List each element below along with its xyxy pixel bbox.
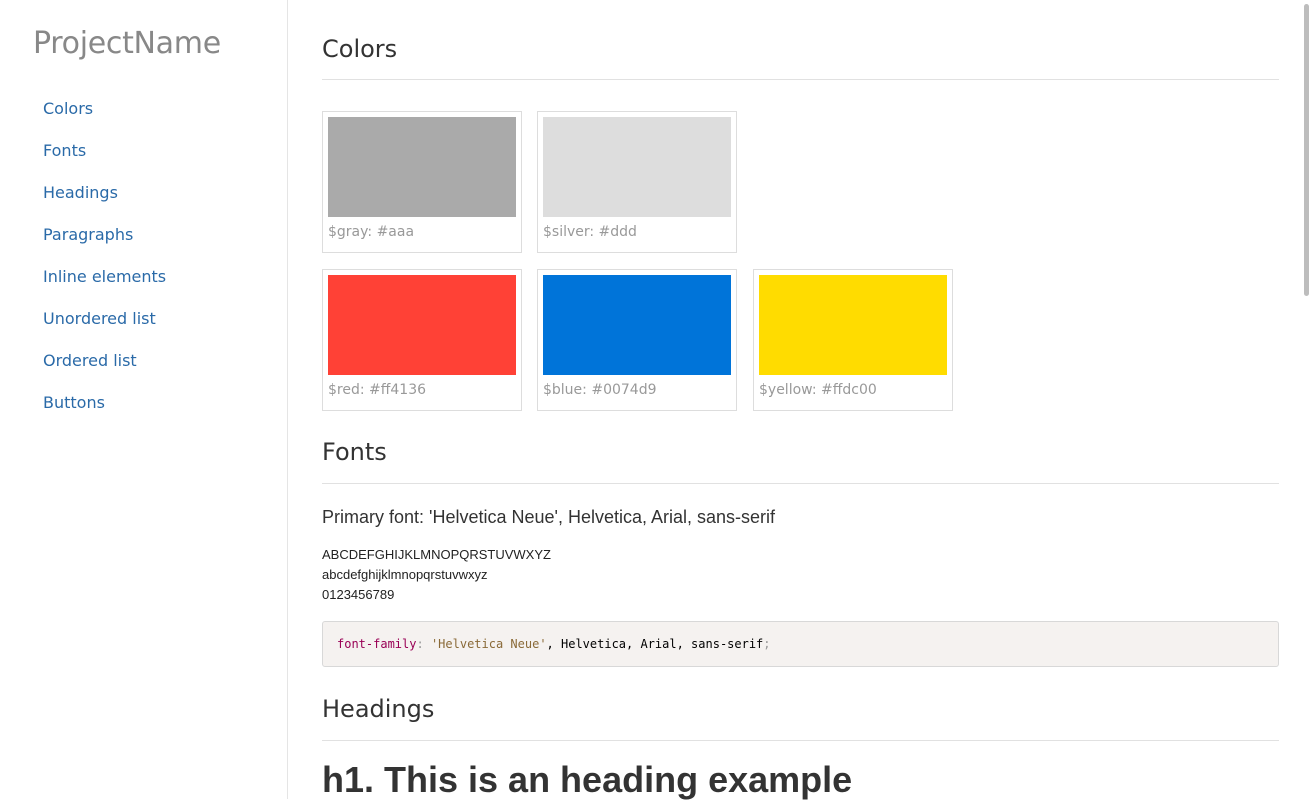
page-scrollbar[interactable] xyxy=(1303,0,1311,799)
swatch-yellow-color xyxy=(759,275,947,375)
swatch-blue-label: $blue: #0074d9 xyxy=(543,382,657,398)
code-rest: , Helvetica, Arial, sans-serif xyxy=(546,637,764,651)
headings-divider xyxy=(322,740,1279,741)
font-sample-uppercase: ABCDEFGHIJKLMNOPQRSTUVWXYZ xyxy=(322,547,551,562)
code-semicolon: ; xyxy=(763,637,771,651)
swatch-red-label: $red: #ff4136 xyxy=(328,382,427,398)
swatch-gray-label: $gray: #aaa xyxy=(328,224,415,240)
code-string: 'Helvetica Neue' xyxy=(430,637,547,651)
font-sample-digits: 0123456789 xyxy=(322,587,395,602)
nav-item-unordered-list[interactable]: Unordered list xyxy=(43,308,166,350)
swatch-silver-label: $silver: #ddd xyxy=(543,224,637,240)
nav-item-headings[interactable]: Headings xyxy=(43,182,166,224)
scrollbar-thumb[interactable] xyxy=(1304,4,1309,296)
swatch-silver-color xyxy=(543,117,731,217)
brand-link[interactable]: ProjectName xyxy=(33,26,221,61)
swatch-gray: $gray: #aaa xyxy=(322,111,522,253)
swatch-silver: $silver: #ddd xyxy=(537,111,737,253)
nav-item-fonts[interactable]: Fonts xyxy=(43,140,166,182)
swatch-blue: $blue: #0074d9 xyxy=(537,269,737,411)
nav-item-ordered-list[interactable]: Ordered list xyxy=(43,350,166,392)
main-content: Colors $gray: #aaa $silver: #ddd $red: #… xyxy=(322,0,1279,800)
swatch-red: $red: #ff4136 xyxy=(322,269,522,411)
headings-heading: Headings xyxy=(322,695,435,723)
colors-divider xyxy=(322,79,1279,80)
font-family-code-block: font-family: 'Helvetica Neue', Helvetica… xyxy=(322,621,1279,667)
nav-item-colors[interactable]: Colors xyxy=(43,98,166,140)
swatch-red-color xyxy=(328,275,516,375)
fonts-divider xyxy=(322,483,1279,484)
sidebar: ProjectName Colors Fonts Headings Paragr… xyxy=(0,0,288,799)
code-property: font-family xyxy=(337,637,417,651)
swatch-yellow: $yellow: #ffdc00 xyxy=(753,269,953,411)
nav-item-buttons[interactable]: Buttons xyxy=(43,392,166,434)
code-colon: : xyxy=(416,637,424,651)
font-sample-lowercase: abcdefghijklmnopqrstuvwxyz xyxy=(322,567,488,582)
sidebar-nav: Colors Fonts Headings Paragraphs Inline … xyxy=(43,98,166,434)
swatch-gray-color xyxy=(328,117,516,217)
h1-example: h1. This is an heading example xyxy=(322,759,853,800)
fonts-heading: Fonts xyxy=(322,438,387,466)
swatch-yellow-label: $yellow: #ffdc00 xyxy=(759,382,877,398)
primary-font-text: Primary font: 'Helvetica Neue', Helvetic… xyxy=(322,507,776,527)
nav-item-paragraphs[interactable]: Paragraphs xyxy=(43,224,166,266)
nav-item-inline-elements[interactable]: Inline elements xyxy=(43,266,166,308)
swatch-blue-color xyxy=(543,275,731,375)
colors-heading: Colors xyxy=(322,35,398,63)
font-sample: ABCDEFGHIJKLMNOPQRSTUVWXYZ abcdefghijklm… xyxy=(322,545,551,605)
